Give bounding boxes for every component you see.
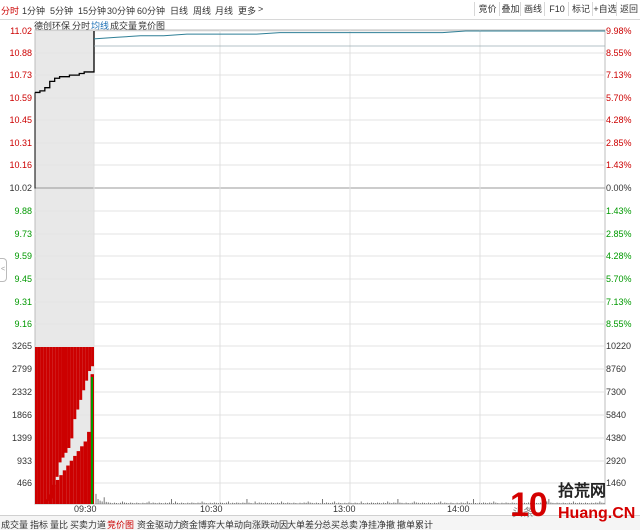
price-tick-left: 10.88 xyxy=(9,48,32,58)
auction-buy-bar xyxy=(37,347,41,504)
pct-tick-right: 2.85% xyxy=(606,229,632,239)
pct-tick-right: 1.43% xyxy=(606,160,632,170)
auction-sell-bar xyxy=(45,499,49,504)
pct-tick-right: 0.00% xyxy=(606,183,632,193)
price-tick-left: 9.16 xyxy=(14,319,32,329)
watermark-logo: 头条 10 拾荒网 Huang.CN xyxy=(510,481,635,522)
price-tick-left: 10.73 xyxy=(9,70,32,80)
indicator-tab-1[interactable]: 指标 xyxy=(30,518,48,531)
volume-tick-right: 8760 xyxy=(606,364,627,374)
intraday-chart[interactable] xyxy=(0,0,640,529)
indicator-tab-8[interactable]: 涨跌动因 xyxy=(252,518,288,531)
auction-buy-bar xyxy=(35,347,38,504)
auction-buy-bar xyxy=(76,347,80,410)
auction-buy-bar xyxy=(67,347,71,448)
indicator-tab-9[interactable]: 大单差分 xyxy=(287,518,323,531)
auction-sell-bar xyxy=(87,431,91,504)
auction-sell-bar xyxy=(48,494,53,504)
auction-buy-bar xyxy=(40,347,44,504)
pct-tick-right: 5.70% xyxy=(606,274,632,284)
price-tick-left: 9.73 xyxy=(14,229,32,239)
auction-sell-bar xyxy=(83,441,88,504)
auction-buy-bar xyxy=(79,347,83,400)
time-tick: 13:00 xyxy=(333,504,356,514)
chart-frame xyxy=(34,29,606,505)
price-tick-left: 10.31 xyxy=(9,138,32,148)
auction-sell-bar xyxy=(76,451,81,504)
auction-buy-bar xyxy=(52,347,56,487)
price-tick-left: 10.02 xyxy=(9,183,32,193)
auction-buy-bar xyxy=(88,347,92,372)
volume-tick-left: 933 xyxy=(16,456,32,466)
pct-tick-right: 7.13% xyxy=(606,297,632,307)
auction-buy-bar xyxy=(73,347,77,420)
auction-buy-bar xyxy=(61,347,65,458)
auction-buy-bar xyxy=(58,347,62,463)
pct-tick-right: 2.85% xyxy=(606,138,632,148)
auction-sell-bar xyxy=(66,465,70,504)
watermark-digits: 10 xyxy=(510,486,548,522)
auction-buy-bar xyxy=(43,347,47,504)
indicator-tab-0[interactable]: 成交量 xyxy=(1,518,28,531)
auction-buy-bar xyxy=(49,347,53,499)
pct-tick-right: 8.55% xyxy=(606,319,632,329)
auction-sell-bar xyxy=(55,479,60,504)
volume-tick-left: 3265 xyxy=(11,341,32,351)
watermark-brand: 拾荒网 xyxy=(558,481,606,500)
auction-sell-bar xyxy=(59,475,63,504)
pct-tick-right: 7.13% xyxy=(606,70,632,80)
volume-tick-left: 1866 xyxy=(11,410,32,420)
auction-sell-bar xyxy=(69,460,74,504)
indicator-tab-10[interactable]: 总买总卖 xyxy=(322,518,358,531)
volume-tick-left: 466 xyxy=(16,478,32,488)
indicator-tab-2[interactable]: 量比 xyxy=(50,518,68,531)
price-tick-left: 11.02 xyxy=(10,26,32,36)
auction-buy-bar xyxy=(85,347,89,381)
time-tick: 14:00 xyxy=(447,504,470,514)
price-tick-left: 9.31 xyxy=(14,297,32,307)
indicator-tab-11[interactable]: 净挂净撤 xyxy=(359,518,395,531)
volume-tick-left: 2799 xyxy=(11,364,32,374)
indicator-tab-5[interactable]: 资金驱动力 xyxy=(137,518,182,531)
auction-sell-bar xyxy=(80,446,84,504)
auction-sell-bar xyxy=(73,455,77,504)
auction-sell-bar xyxy=(52,484,56,504)
volume-tick-right: 5840 xyxy=(606,410,627,420)
pct-tick-right: 9.98% xyxy=(606,26,632,36)
auction-buy-bar xyxy=(70,347,74,439)
indicator-tab-4[interactable]: 竞价图 xyxy=(107,518,134,531)
auction-buy-bar xyxy=(82,347,86,391)
auction-buy-bar xyxy=(46,347,50,501)
pct-tick-right: 8.55% xyxy=(606,48,632,58)
volume-tick-right: 10220 xyxy=(606,341,632,351)
watermark-url: Huang.CN xyxy=(558,505,635,522)
indicator-tab-3[interactable]: 买卖力道 xyxy=(70,518,106,531)
volume-tick-right: 7300 xyxy=(606,387,627,397)
pct-tick-right: 4.28% xyxy=(606,251,632,261)
indicator-tab-12[interactable]: 撤单累计 xyxy=(397,518,433,531)
pct-tick-right: 4.28% xyxy=(606,115,632,125)
time-tick: 09:30 xyxy=(74,504,97,514)
volume-tick-left: 2332 xyxy=(11,387,32,397)
pct-tick-right: 1.43% xyxy=(606,206,632,216)
auction-buy-bar xyxy=(55,347,59,477)
auction-buy-bar xyxy=(64,347,68,453)
volume-tick-right: 4380 xyxy=(606,433,627,443)
side-panel-toggle[interactable]: < xyxy=(0,258,7,282)
auction-sell-bar xyxy=(62,470,67,504)
price-tick-left: 10.16 xyxy=(9,160,32,170)
price-tick-left: 10.59 xyxy=(9,93,32,103)
volume-tick-right: 2920 xyxy=(606,456,627,466)
time-tick: 10:30 xyxy=(200,504,223,514)
indicator-tab-7[interactable]: 大单动向 xyxy=(216,518,252,531)
auction-buy-bar xyxy=(91,347,94,367)
indicator-tab-6[interactable]: 资金博弈 xyxy=(180,518,216,531)
volume-tick-left: 1399 xyxy=(11,433,32,443)
price-tick-left: 9.88 xyxy=(14,206,32,216)
pct-tick-right: 5.70% xyxy=(606,93,632,103)
price-tick-left: 10.45 xyxy=(9,115,32,125)
